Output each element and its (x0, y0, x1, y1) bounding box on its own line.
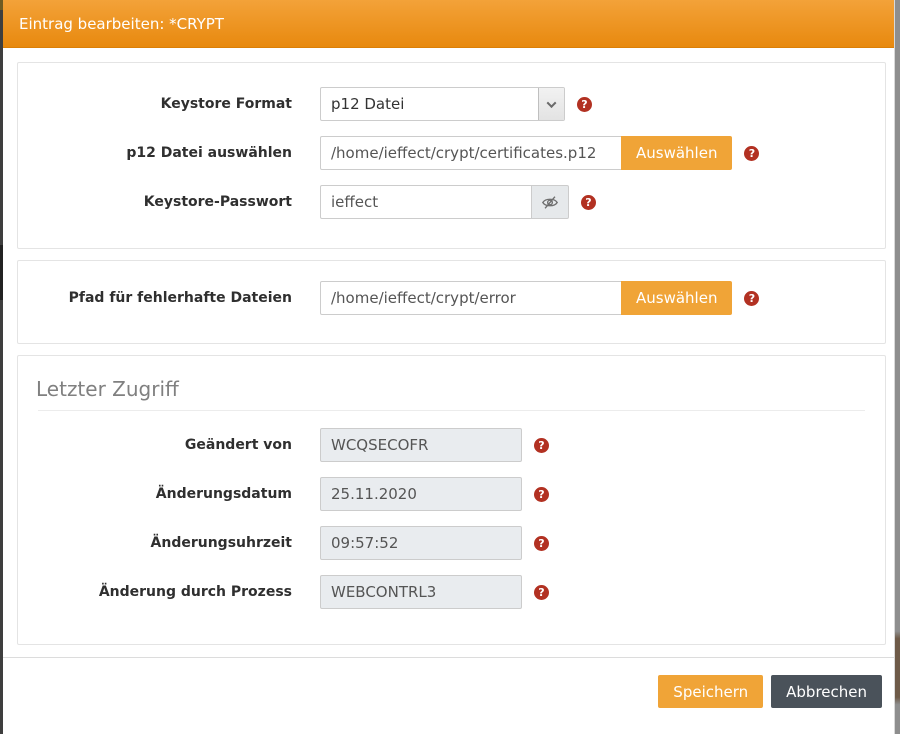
error-path-help-icon[interactable]: ? (744, 291, 759, 306)
save-button[interactable]: Speichern (658, 675, 763, 708)
dialog-body: Keystore Format p12 Datei ? p12 Datei au… (3, 48, 894, 645)
change-time-help-icon[interactable]: ? (534, 536, 549, 551)
changed-by-help-icon[interactable]: ? (534, 438, 549, 453)
scrollbar[interactable] (894, 0, 900, 734)
heading-divider (38, 410, 865, 411)
change-time-label: Änderungsuhrzeit (18, 535, 292, 551)
dialog-title: Eintrag bearbeiten: *CRYPT (19, 15, 224, 33)
select-dropdown-addon[interactable] (538, 88, 564, 120)
change-date-row: Änderungsdatum ? (18, 477, 885, 511)
change-date-help-icon[interactable]: ? (534, 487, 549, 502)
keystore-format-label: Keystore Format (18, 96, 292, 112)
keystore-password-row: Keystore-Passwort ? (18, 185, 885, 219)
p12-file-input[interactable] (320, 136, 622, 170)
keystore-format-help-icon[interactable]: ? (577, 97, 592, 112)
change-date-label: Änderungsdatum (18, 486, 292, 502)
cancel-button[interactable]: Abbrechen (771, 675, 882, 708)
eye-slash-icon (541, 195, 559, 210)
p12-file-row: p12 Datei auswählen Auswählen ? (18, 136, 885, 170)
keystore-format-row: Keystore Format p12 Datei ? (18, 87, 885, 121)
keystore-password-label: Keystore-Passwort (18, 194, 292, 210)
keystore-format-select[interactable]: p12 Datei (320, 87, 565, 121)
last-access-heading: Letzter Zugriff (18, 376, 885, 402)
p12-file-help-icon[interactable]: ? (744, 146, 759, 161)
change-time-value (320, 526, 522, 560)
keystore-password-help-icon[interactable]: ? (581, 195, 596, 210)
keystore-password-input[interactable] (320, 185, 532, 219)
error-path-input[interactable] (320, 281, 622, 315)
p12-file-label: p12 Datei auswählen (18, 145, 292, 161)
changed-by-label: Geändert von (18, 437, 292, 453)
changed-by-value (320, 428, 522, 462)
error-path-browse-button[interactable]: Auswählen (621, 281, 732, 315)
dialog-footer: Speichern Abbrechen (3, 658, 894, 708)
error-path-label: Pfad für fehlerhafte Dateien (18, 290, 292, 306)
chevron-down-icon (547, 98, 557, 108)
change-process-label: Änderung durch Prozess (18, 584, 292, 600)
changed-by-row: Geändert von ? (18, 428, 885, 462)
edit-entry-dialog: Eintrag bearbeiten: *CRYPT Keystore Form… (3, 0, 894, 734)
change-process-value (320, 575, 522, 609)
change-process-help-icon[interactable]: ? (534, 585, 549, 600)
last-access-panel: Letzter Zugriff Geändert von ? Änderungs… (17, 355, 886, 645)
keystore-format-selected-value: p12 Datei (321, 95, 538, 113)
error-path-panel: Pfad für fehlerhafte Dateien Auswählen ? (17, 260, 886, 344)
keystore-panel: Keystore Format p12 Datei ? p12 Datei au… (17, 62, 886, 249)
dialog-header: Eintrag bearbeiten: *CRYPT (3, 0, 894, 48)
error-path-row: Pfad für fehlerhafte Dateien Auswählen ? (18, 281, 885, 315)
change-date-value (320, 477, 522, 511)
change-process-row: Änderung durch Prozess ? (18, 575, 885, 609)
p12-file-browse-button[interactable]: Auswählen (621, 136, 732, 170)
password-visibility-toggle[interactable] (531, 185, 569, 219)
change-time-row: Änderungsuhrzeit ? (18, 526, 885, 560)
